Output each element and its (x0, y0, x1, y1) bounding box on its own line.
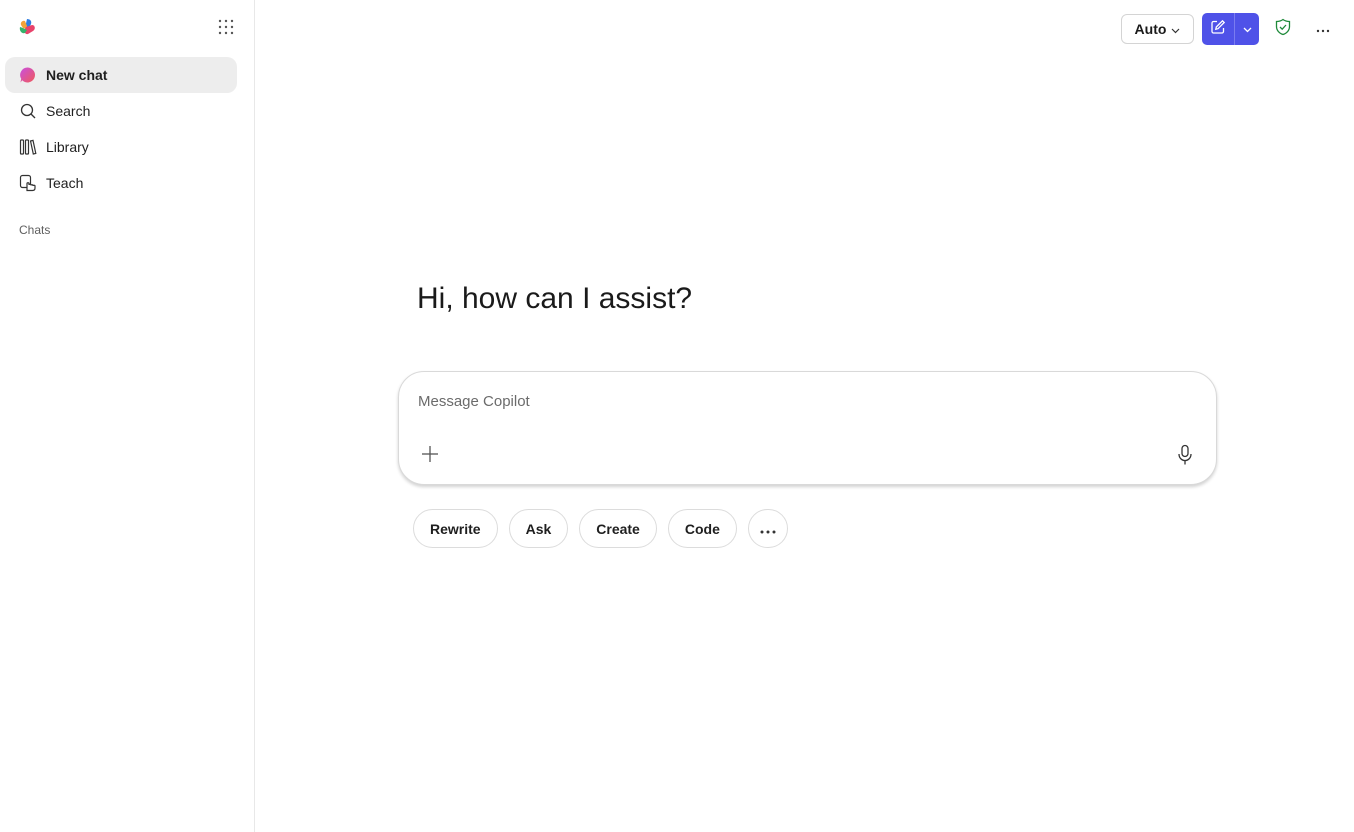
sidebar-item-library[interactable]: Library (5, 129, 237, 165)
suggestion-chips: Rewrite Ask Create Code (413, 509, 788, 548)
mode-label: Auto (1134, 21, 1167, 37)
apps-grid-icon[interactable] (214, 15, 238, 39)
privacy-shield-button[interactable] (1271, 17, 1295, 41)
chip-code[interactable]: Code (667, 509, 737, 548)
sidebar-nav: New chat Search Library Teach (5, 57, 237, 201)
chevron-down-icon (1243, 20, 1252, 38)
chip-rewrite[interactable]: Rewrite (413, 509, 498, 548)
library-icon (18, 137, 38, 157)
sidebar-item-label: Search (46, 103, 91, 119)
add-attachment-button[interactable] (419, 445, 441, 467)
search-icon (18, 101, 38, 121)
new-chat-split-button[interactable] (1202, 13, 1259, 45)
microphone-icon (1177, 444, 1193, 471)
message-composer (398, 371, 1217, 485)
chevron-down-icon (1171, 21, 1180, 37)
sidebar-item-new-chat[interactable]: New chat (5, 57, 237, 93)
compose-icon (1210, 19, 1226, 40)
more-options-button[interactable] (1311, 17, 1335, 41)
copilot-logo-icon[interactable] (17, 17, 37, 37)
voice-input-button[interactable] (1174, 444, 1196, 471)
shield-check-icon (1275, 18, 1291, 41)
sidebar-item-label: Library (46, 139, 89, 155)
chats-section-label: Chats (19, 223, 51, 237)
greeting-heading: Hi, how can I assist? (417, 282, 693, 315)
compose-dropdown-button[interactable] (1235, 13, 1259, 45)
teach-icon (18, 173, 38, 193)
plus-icon (421, 445, 439, 468)
compose-button[interactable] (1202, 13, 1234, 45)
sidebar-item-search[interactable]: Search (5, 93, 237, 129)
mode-selector-button[interactable]: Auto (1121, 14, 1194, 44)
chip-create[interactable]: Create (579, 509, 657, 548)
new-chat-icon (18, 65, 38, 85)
sidebar-item-teach[interactable]: Teach (5, 165, 237, 201)
sidebar: New chat Search Library Teach Chats (0, 0, 255, 832)
chip-more-button[interactable] (747, 509, 788, 548)
more-horizontal-icon (1316, 20, 1330, 38)
more-horizontal-icon (760, 521, 776, 537)
chip-ask[interactable]: Ask (508, 509, 569, 548)
message-input[interactable] (418, 390, 1118, 412)
sidebar-item-label: Teach (46, 175, 84, 191)
sidebar-item-label: New chat (46, 67, 108, 83)
